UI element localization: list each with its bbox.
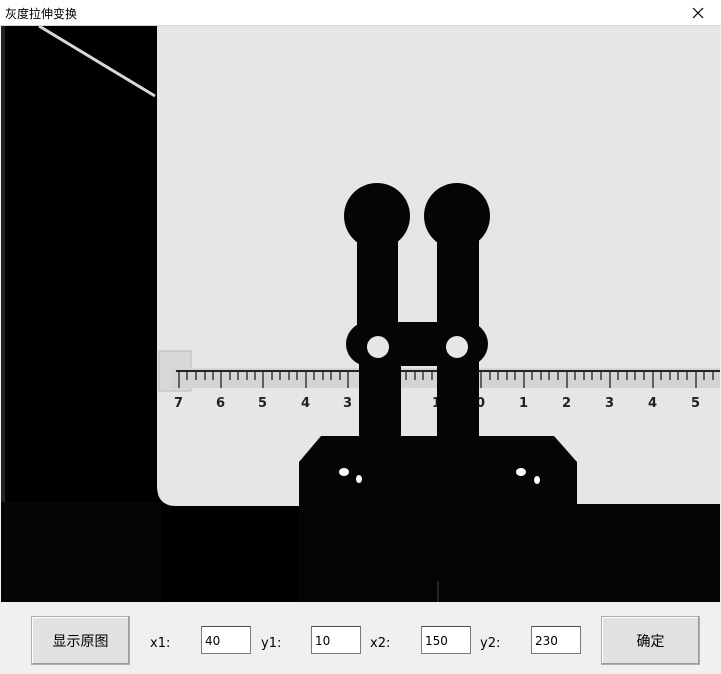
show-original-button[interactable]: 显示原图 [31, 616, 130, 665]
ruler-number: 5 [691, 396, 700, 411]
x2-label: x2: [370, 636, 391, 651]
ruler-number: 2 [562, 396, 571, 411]
ruler-number: 4 [301, 396, 310, 411]
close-button[interactable] [675, 0, 721, 26]
ruler-number: 3 [343, 396, 352, 411]
control-panel: 显示原图 x1: y1: x2: y2: 确定 [0, 602, 721, 674]
ruler-number: 4 [648, 396, 657, 411]
ruler-number: 3 [605, 396, 614, 411]
ruler-number: 1 [519, 396, 528, 411]
y2-input[interactable] [531, 626, 581, 654]
x1-input[interactable] [201, 626, 251, 654]
confirm-button[interactable]: 确定 [601, 616, 700, 665]
x1-label: x1: [150, 636, 171, 651]
y1-label: y1: [261, 636, 282, 651]
ruler-number: 5 [258, 396, 267, 411]
window-title: 灰度拉伸变换 [5, 7, 78, 21]
ruler-number: 7 [174, 396, 183, 411]
x2-input[interactable] [421, 626, 471, 654]
title-bar: 灰度拉伸变换 [0, 0, 721, 26]
image-viewport: 7 6 5 4 3 1 0 1 2 3 4 5 [1, 26, 720, 602]
y1-input[interactable] [311, 626, 361, 654]
close-icon [692, 7, 704, 19]
ruler-number: 6 [216, 396, 225, 411]
grayscale-image: 7 6 5 4 3 1 0 1 2 3 4 5 [1, 26, 720, 602]
y2-label: y2: [480, 636, 501, 651]
